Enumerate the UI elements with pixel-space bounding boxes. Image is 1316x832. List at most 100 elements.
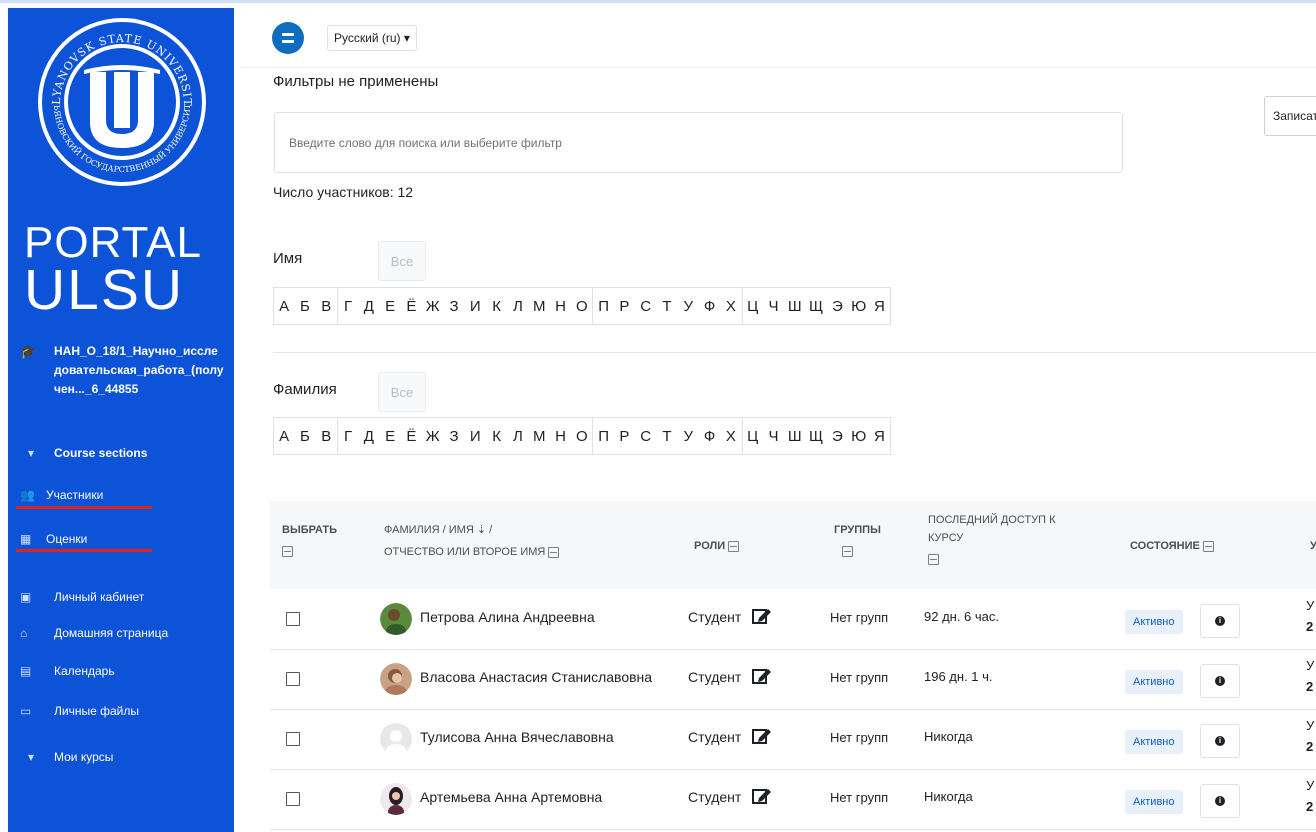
lastname-letter-button[interactable]: Е: [379, 417, 401, 455]
firstname-letter-button[interactable]: Д: [358, 287, 380, 325]
participant-name[interactable]: Артемьева Анна Артемовна: [420, 789, 602, 805]
language-selector[interactable]: Русский (ru) ▾: [327, 25, 417, 51]
firstname-letter-button[interactable]: К: [485, 287, 508, 325]
lastname-letter-button[interactable]: У: [677, 417, 699, 455]
firstname-letter-button[interactable]: Ш: [784, 287, 806, 325]
firstname-letter-button[interactable]: Т: [656, 287, 678, 325]
firstname-letter-button[interactable]: Ж: [422, 287, 444, 325]
sidebar-item-dashboard[interactable]: ▣ Личный кабинет: [20, 590, 144, 604]
search-input[interactable]: Введите слово для поиска или выберите фи…: [274, 112, 1123, 173]
lastname-letter-button[interactable]: О: [571, 417, 593, 455]
sidebar-item-private-files[interactable]: ▭ Личные файлы: [20, 704, 139, 718]
firstname-letter-button[interactable]: Ч: [762, 287, 785, 325]
lastname-letter-button[interactable]: З: [443, 417, 465, 455]
lastname-letter-button[interactable]: К: [485, 417, 508, 455]
firstname-letter-button[interactable]: Е: [379, 287, 401, 325]
collapse-icon[interactable]: [282, 545, 293, 557]
lastname-letter-button[interactable]: С: [635, 417, 657, 455]
edit-icon[interactable]: [752, 787, 772, 805]
participant-name[interactable]: Тулисова Анна Вячеславовна: [420, 729, 614, 745]
participant-name[interactable]: Петрова Алина Андреевна: [420, 609, 595, 625]
lastname-letter-button[interactable]: Д: [358, 417, 380, 455]
row-checkbox[interactable]: [286, 672, 300, 686]
th-roles[interactable]: РОЛИ: [694, 537, 740, 555]
lastname-letter-button[interactable]: Ж: [422, 417, 444, 455]
th-groups[interactable]: ГРУППЫ: [834, 521, 881, 557]
firstname-letter-button[interactable]: А: [273, 287, 295, 325]
firstname-letter-button[interactable]: С: [635, 287, 657, 325]
firstname-letter-button[interactable]: Р: [613, 287, 636, 325]
firstname-letter-button[interactable]: У: [677, 287, 699, 325]
collapse-icon[interactable]: [1202, 540, 1214, 552]
lastname-letter-button[interactable]: Э: [826, 417, 849, 455]
collapse-icon[interactable]: [842, 545, 853, 557]
sidebar-item-course-sections[interactable]: ▾ Course sections: [20, 446, 147, 460]
sidebar-item-grades[interactable]: ▦ Оценки: [20, 532, 87, 546]
status-info-button[interactable]: i: [1200, 604, 1240, 638]
firstname-letter-button[interactable]: Я: [869, 287, 891, 325]
firstname-letter-button[interactable]: Ф: [698, 287, 721, 325]
lastname-letter-button[interactable]: Ф: [698, 417, 721, 455]
status-info-button[interactable]: i: [1200, 784, 1240, 818]
firstname-letter-button[interactable]: З: [443, 287, 465, 325]
firstname-letter-button[interactable]: Х: [720, 287, 742, 325]
firstname-all-button[interactable]: Все: [378, 241, 426, 281]
th-name-line2[interactable]: ОТЧЕСТВО ИЛИ ВТОРОЕ ИМЯ: [384, 546, 545, 558]
firstname-letter-button[interactable]: В: [315, 287, 337, 325]
row-checkbox[interactable]: [286, 612, 300, 626]
lastname-letter-button[interactable]: М: [528, 417, 550, 455]
firstname-letter-button[interactable]: Ё: [400, 287, 423, 325]
lastname-letter-button[interactable]: Щ: [805, 417, 827, 455]
firstname-letter-button[interactable]: Л: [507, 287, 529, 325]
edit-icon[interactable]: [752, 727, 772, 745]
lastname-letter-button[interactable]: И: [464, 417, 486, 455]
firstname-letter-button[interactable]: Э: [826, 287, 849, 325]
sidebar-item-home[interactable]: ⌂ Домашняя страница: [20, 626, 168, 640]
th-select[interactable]: ВЫБРАТЬ: [282, 521, 337, 557]
sidebar-item-my-courses[interactable]: ▾ Мои курсы: [20, 750, 113, 764]
lastname-letter-button[interactable]: Т: [656, 417, 678, 455]
lastname-letter-button[interactable]: Ч: [762, 417, 785, 455]
lastname-letter-button[interactable]: Ё: [400, 417, 423, 455]
row-checkbox[interactable]: [286, 792, 300, 806]
firstname-letter-button[interactable]: Щ: [805, 287, 827, 325]
lastname-letter-button[interactable]: Ш: [784, 417, 806, 455]
firstname-letter-button[interactable]: Н: [549, 287, 572, 325]
lastname-letter-button[interactable]: Г: [336, 417, 359, 455]
firstname-letter-button[interactable]: Б: [294, 287, 316, 325]
lastname-all-button[interactable]: Все: [378, 372, 426, 412]
firstname-letter-button[interactable]: О: [571, 287, 593, 325]
lastname-letter-button[interactable]: Ю: [848, 417, 870, 455]
lastname-letter-button[interactable]: Л: [507, 417, 529, 455]
lastname-letter-button[interactable]: А: [273, 417, 295, 455]
row-checkbox[interactable]: [286, 732, 300, 746]
lastname-letter-button[interactable]: Р: [613, 417, 636, 455]
firstname-letter-button[interactable]: Ц: [741, 287, 763, 325]
sidebar-item-participants[interactable]: 👥 Участники: [20, 488, 103, 502]
status-info-button[interactable]: i: [1200, 664, 1240, 698]
firstname-letter-button[interactable]: Г: [336, 287, 359, 325]
participant-name[interactable]: Власова Анастасия Станиславовна: [420, 669, 652, 685]
th-last-access[interactable]: ПОСЛЕДНИЙ ДОСТУП К КУРСУ: [928, 511, 1056, 565]
th-status[interactable]: СОСТОЯНИЕ: [1130, 537, 1214, 555]
lastname-letter-button[interactable]: В: [315, 417, 337, 455]
lastname-letter-button[interactable]: П: [592, 417, 614, 455]
th-name-line1[interactable]: ФАМИЛИЯ / ИМЯ ⇣ /: [384, 521, 559, 539]
lastname-letter-button[interactable]: Ц: [741, 417, 763, 455]
firstname-letter-button[interactable]: М: [528, 287, 550, 325]
th-name[interactable]: ФАМИЛИЯ / ИМЯ ⇣ / ОТЧЕСТВО ИЛИ ВТОРОЕ ИМ…: [384, 521, 560, 561]
lastname-letter-button[interactable]: Х: [720, 417, 742, 455]
lastname-letter-button[interactable]: Н: [549, 417, 572, 455]
firstname-letter-button[interactable]: И: [464, 287, 486, 325]
collapse-icon[interactable]: [548, 546, 560, 558]
lastname-letter-button[interactable]: Я: [869, 417, 891, 455]
collapse-icon[interactable]: [728, 540, 740, 552]
lastname-letter-button[interactable]: Б: [294, 417, 316, 455]
collapse-icon[interactable]: [928, 553, 939, 565]
sidebar-item-calendar[interactable]: ▤ Календарь: [20, 664, 115, 678]
edit-icon[interactable]: [752, 667, 772, 685]
drawer-toggle-button[interactable]: [272, 22, 304, 54]
firstname-letter-button[interactable]: Ю: [848, 287, 870, 325]
enrol-users-button[interactable]: Записать: [1264, 96, 1316, 136]
firstname-letter-button[interactable]: П: [592, 287, 614, 325]
